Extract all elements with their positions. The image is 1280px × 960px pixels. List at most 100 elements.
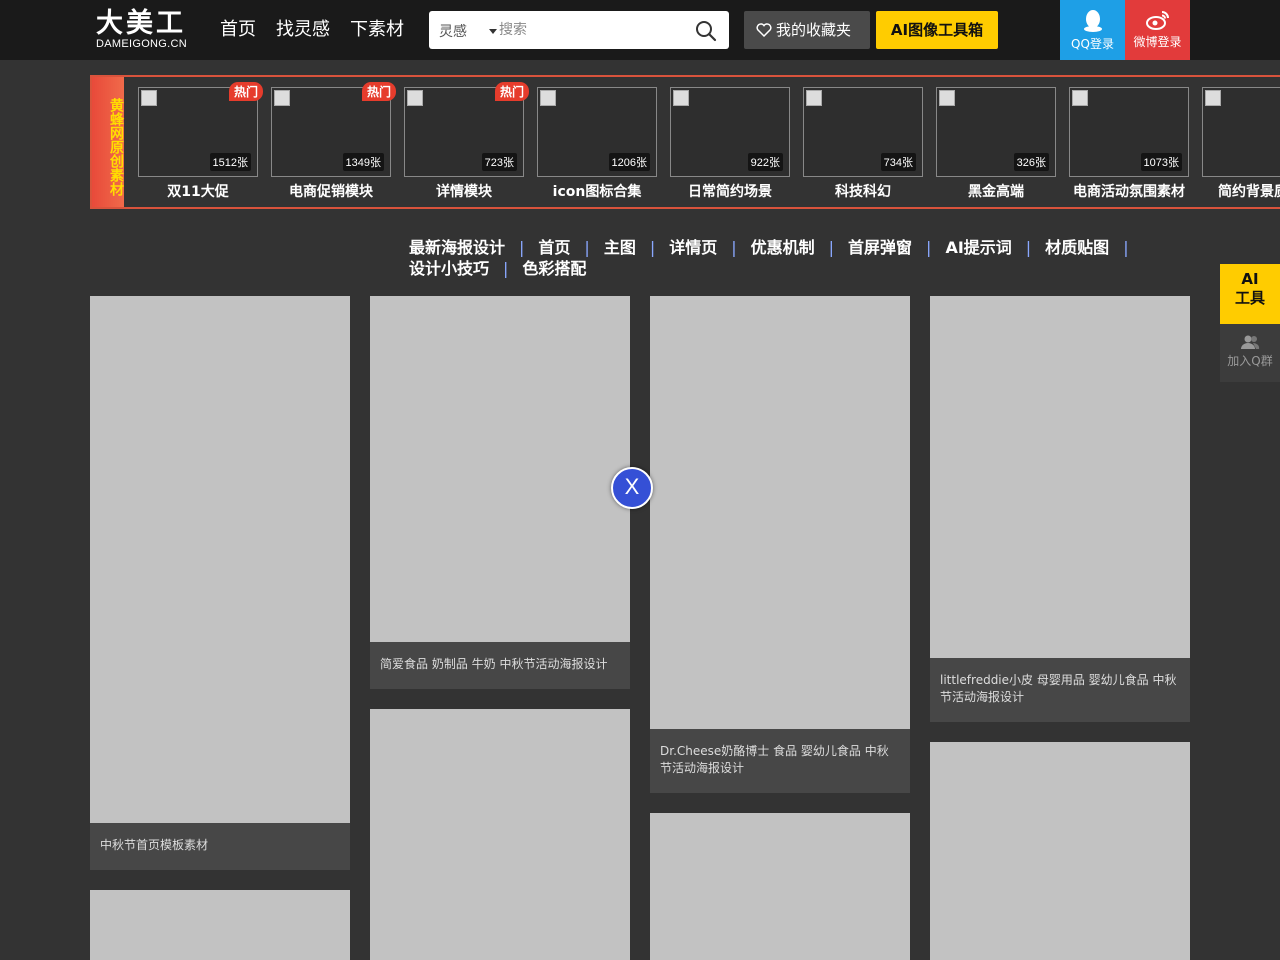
logo-main-text: 大美工 [96,8,186,39]
nav-inspiration[interactable]: 找灵感 [276,19,330,41]
logo-sub-text: DAMEIGONG.CN [96,38,187,50]
tag-link[interactable]: 首屏弹窗 [848,238,912,257]
tag-separator: | [828,238,835,257]
tag-separator: | [519,238,525,257]
site-logo[interactable]: 大美工 DAMEIGONG.CN [96,8,196,51]
close-button[interactable]: X [611,467,653,509]
category-item[interactable]: 922张 日常简约场景 [670,87,790,201]
category-thumbnail: 326张 [936,87,1056,177]
category-name: 电商促销模块 [289,184,373,200]
tag-separator: | [649,238,656,257]
search-input[interactable] [499,15,679,45]
tag-link[interactable]: 最新海报设计 [409,238,505,257]
strip-label: 黄蜂网原创素材 [92,77,124,207]
tag-separator: | [584,238,590,257]
tag-link[interactable]: 设计小技巧 [409,259,489,278]
main-nav: 首页 找灵感 下素材 [220,19,404,41]
tag-separator: | [731,238,737,257]
search-icon[interactable] [695,20,717,42]
qq-login-label: QQ登录 [1071,37,1114,51]
broken-image-icon [274,90,290,106]
tag-nav: 最新海报设计 | 首页 | 主图 | 详情页 | 优惠机制 | 首屏弹窗 | AI提示词 | 材质贴图 | 设计… [409,237,1189,279]
tag-link[interactable]: 首页 [538,238,570,257]
category-thumbnail: 922张 [670,87,790,177]
search-box: 灵感 [429,11,729,49]
category-item[interactable]: 326张 黑金高端 [936,87,1056,201]
category-thumbnail [1202,87,1280,177]
tag-link[interactable]: 详情页 [669,238,717,257]
broken-image-icon [939,90,955,106]
category-item[interactable]: 1206张 icon图标合集 [537,87,657,201]
category-thumbnail: 热门 723张 [404,82,529,177]
category-count: 1206张 [608,153,650,171]
category-item[interactable]: 简约背景质 [1202,87,1280,201]
category-name: 黑金高端 [968,184,1024,200]
category-name: 简约背景质 [1218,184,1280,200]
design-card[interactable] [930,742,1190,960]
tag-link[interactable]: 材质贴图 [1045,238,1109,257]
nav-materials[interactable]: 下素材 [350,19,404,41]
category-name: 电商活动氛围素材 [1073,184,1185,200]
category-count: 1073张 [1140,153,1182,171]
broken-image-icon [1205,90,1221,106]
category-item[interactable]: 1073张 电商活动氛围素材 [1069,87,1189,201]
tag-link[interactable]: 优惠机制 [751,238,815,257]
tag-separator: | [1025,238,1032,257]
tag-link[interactable]: 色彩搭配 [522,259,586,278]
search-type-select[interactable]: 灵感 [439,21,467,41]
ai-tools-button[interactable]: AI图像工具箱 [876,11,998,49]
category-item[interactable]: 热门 1349张 电商促销模块 [271,82,396,201]
featured-category-strip: 黄蜂网原创素材 热门 1512张 双11大促 热门 1349张 电商促销模块 热门 7… [90,75,1280,209]
category-thumbnail: 热门 1512张 [138,82,263,177]
category-name: 双11大促 [167,184,229,200]
design-card[interactable]: 简爱食品 奶制品 牛奶 中秋节活动海报设计 [370,296,630,689]
hot-badge: 热门 [228,82,263,101]
favorites-button[interactable]: 我的收藏夹 [744,11,870,49]
design-card[interactable] [90,890,350,960]
broken-image-icon [806,90,822,106]
qq-login-button[interactable]: QQ登录 [1060,0,1125,60]
category-thumbnail: 热门 1349张 [271,82,396,177]
broken-image-icon [141,90,157,106]
card-caption: 简爱食品 奶制品 牛奶 中秋节活动海报设计 [370,642,630,689]
category-name: 日常简约场景 [688,184,772,200]
design-card[interactable] [370,709,630,960]
card-caption: littlefreddie小皮 母婴用品 婴幼儿食品 中秋节活动海报设计 [930,658,1190,722]
tag-link[interactable]: AI提示词 [945,238,1011,257]
heart-icon [756,23,772,37]
top-header: 大美工 DAMEIGONG.CN 首页 找灵感 下素材 灵感 我的收藏夹 AI图… [0,0,1280,60]
design-card[interactable]: Dr.Cheese奶酪博士 食品 婴幼儿食品 中秋节活动海报设计 [650,296,910,793]
category-name: icon图标合集 [552,184,642,200]
side-ai-line1: AI [1241,270,1259,288]
category-count: 326张 [1013,153,1049,171]
broken-image-icon [1072,90,1088,106]
tag-separator: | [503,259,509,278]
nav-home[interactable]: 首页 [220,19,256,41]
join-qq-group-button[interactable]: 加入Q群 [1220,324,1280,382]
category-item[interactable]: 热门 1512张 双11大促 [138,82,263,201]
category-count: 723张 [481,153,517,171]
chevron-down-icon[interactable] [489,29,497,34]
side-ai-tools-button[interactable]: AI 工具 [1220,264,1280,324]
category-name: 科技科幻 [835,184,891,200]
design-card[interactable]: littlefreddie小皮 母婴用品 婴幼儿食品 中秋节活动海报设计 [930,296,1190,722]
category-count: 734张 [880,153,916,171]
category-name: 详情模块 [436,184,492,200]
category-item[interactable]: 热门 723张 详情模块 [404,82,529,201]
category-count: 922张 [747,153,783,171]
card-caption: Dr.Cheese奶酪博士 食品 婴幼儿食品 中秋节活动海报设计 [650,729,910,793]
join-qq-group-label: 加入Q群 [1227,354,1273,368]
hot-badge: 热门 [361,82,396,101]
users-icon [1241,335,1260,349]
tag-link[interactable]: 主图 [604,238,636,257]
weibo-login-button[interactable]: 微博登录 [1125,0,1190,60]
broken-image-icon [407,90,423,106]
category-thumbnail: 734张 [803,87,923,177]
design-card[interactable] [650,813,910,960]
tag-separator: | [926,238,932,257]
broken-image-icon [540,90,556,106]
card-caption: 中秋节首页模板素材 [90,823,350,870]
category-count: 1349张 [342,153,384,171]
design-card[interactable]: 中秋节首页模板素材 [90,296,350,870]
category-item[interactable]: 734张 科技科幻 [803,87,923,201]
